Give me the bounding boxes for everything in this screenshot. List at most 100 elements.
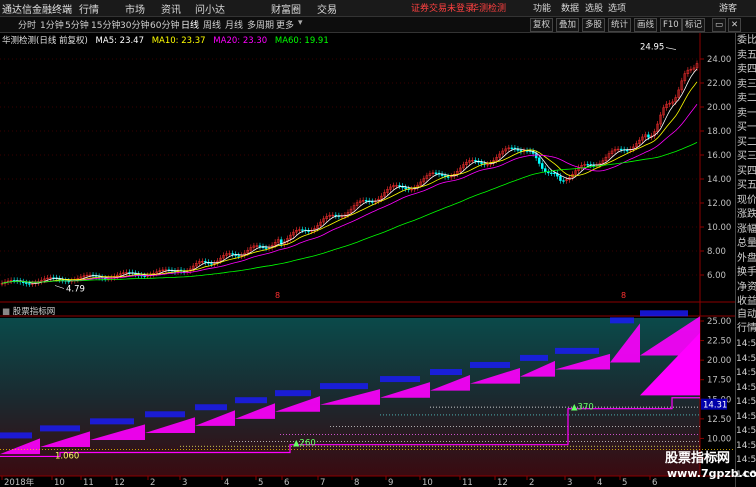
price-label-0: 24.00 — [707, 55, 731, 65]
low-price-label: 4.79 — [66, 285, 85, 295]
candle-body — [364, 200, 368, 202]
quote-field-6: 买一 — [737, 122, 756, 133]
candle-body — [210, 263, 213, 265]
trade-time-1: 14:5 — [736, 353, 756, 364]
menu-options[interactable]: 选项 — [608, 1, 626, 14]
sub-axis-label-5: 12.50 — [707, 415, 731, 425]
candle-body — [625, 149, 629, 152]
indicator-band — [430, 369, 462, 376]
quote-field-12: 涨跌 — [737, 209, 756, 220]
price-label-4: 16.00 — [707, 151, 731, 161]
candle-body — [143, 275, 146, 277]
quote-field-2: 卖四 — [737, 64, 756, 75]
candle-body — [25, 282, 28, 284]
event-marker-0[interactable]: 8 — [275, 291, 280, 300]
quote-panel: 委比 卖五 卖四 卖三 卖二 卖一 买一 买二 买三 买四 买五 现价 涨跌 涨幅 总量 外盘 换手 净资 收益 自动… — [735, 33, 756, 487]
quote-field-8: 买三 — [737, 151, 756, 162]
indicator-band — [145, 411, 185, 418]
indicator-band — [40, 425, 80, 432]
indicator-band — [235, 397, 267, 404]
candle-body — [544, 168, 547, 173]
indicator-band — [640, 310, 688, 317]
quote-label[interactable]: 行情 — [737, 323, 756, 335]
ma-info-bar: 华测检测(日线 前复权) MA5: 23.47 MA10: 23.37 MA20… — [2, 34, 334, 46]
sub-axis-label-1: 22.50 — [707, 337, 731, 347]
indicator-band — [275, 390, 311, 397]
price-label-2: 20.00 — [707, 103, 731, 113]
quote-field-16: 换手 — [737, 267, 756, 278]
candle-body — [559, 175, 562, 181]
auto-label[interactable]: 自动 — [737, 309, 756, 321]
watermark: 股票指标网 www.7gpzb.com — [665, 447, 756, 487]
indicator-band — [555, 347, 599, 354]
sub-axis-label-0: 25.00 — [707, 317, 731, 327]
candle-body — [446, 176, 450, 178]
menu-market[interactable]: 市场 — [125, 1, 145, 16]
candle-body — [586, 164, 589, 166]
event-marker-1[interactable]: 8 — [621, 291, 626, 300]
x-label-19: 6 — [652, 478, 657, 487]
ma10-line — [1, 81, 698, 284]
indicator-band — [610, 317, 634, 324]
candle-body — [434, 172, 438, 174]
ma60-line — [1, 142, 698, 284]
stock-name-notice: 华测检测 — [470, 4, 507, 14]
menu-data[interactable]: 数据 — [561, 1, 579, 14]
guest-label[interactable]: 游客 — [719, 1, 737, 14]
x-label-14: 12 — [497, 478, 508, 487]
candle-body — [258, 245, 262, 247]
menu-trade[interactable]: 交易 — [317, 1, 337, 16]
menu-news[interactable]: 资讯 — [161, 1, 181, 16]
indicator-icon: ■ — [2, 307, 13, 317]
current-value-label: 14.31 — [703, 401, 727, 411]
sub-axis-label-2: 20.00 — [707, 356, 731, 366]
watermark-url: www.7gpzb.com — [667, 467, 756, 480]
trade-time-4: 14:5 — [736, 397, 756, 407]
ma5-readout: MA5: 23.47 — [95, 36, 145, 46]
candle-body — [562, 180, 565, 182]
candle-body — [371, 201, 374, 203]
candle-body — [647, 134, 650, 138]
x-label-13: 11 — [462, 478, 473, 487]
trade-time-5: 14:5 — [736, 411, 756, 422]
candle-body — [404, 187, 407, 190]
x-label-11: 9 — [388, 478, 393, 487]
sub-axis-label-6: 10.00 — [707, 434, 731, 444]
indicator-band — [520, 354, 548, 361]
menu-quotes[interactable]: 行情 — [79, 1, 99, 16]
more-arrow-icon[interactable]: ▾ — [298, 18, 303, 28]
login-notice[interactable]: 证券交易未登录 — [411, 1, 474, 14]
kline-chart[interactable]: 24.00 22.00 20.00 18.00 16.00 14.00 12.00 10.00… — [0, 30, 735, 487]
indicator-label-1: ▲260 — [293, 438, 316, 448]
menu-caifuquan[interactable]: 财富圈 — [271, 1, 301, 16]
quote-field-1: 卖五 — [737, 49, 756, 61]
main-title: 华测检测(日线 前复权) — [2, 36, 88, 46]
quote-field-4: 卖二 — [737, 93, 756, 104]
menu-wenxiaoda[interactable]: 问小达 — [195, 1, 225, 16]
x-label-3: 12 — [114, 478, 125, 487]
x-label-6: 4 — [224, 478, 229, 487]
candle-body — [264, 247, 268, 249]
high-arrow — [665, 47, 677, 50]
menubar: 通达信金融终端 行情 市场 资讯 问小达 财富圈 交易 证券交易未登录 华测检测… — [0, 0, 756, 17]
candle-body — [550, 172, 553, 174]
x-label-0: 2018年 — [4, 477, 35, 487]
candle-body — [204, 261, 207, 263]
trade-time-2: 14:5 — [736, 368, 756, 378]
candle-body — [534, 153, 538, 159]
app-title: 通达信金融终端 — [2, 5, 72, 16]
x-label-17: 4 — [597, 478, 602, 487]
quote-field-0: 委比 — [737, 35, 756, 46]
sub-axis-label-3: 17.50 — [707, 376, 731, 386]
candle-body — [231, 253, 234, 255]
price-label-8: 8.00 — [707, 247, 726, 257]
price-label-1: 22.00 — [707, 79, 731, 89]
menu-functions[interactable]: 功能 — [533, 1, 551, 14]
x-label-10: 8 — [354, 478, 359, 487]
indicator-band — [90, 418, 134, 425]
candle-body — [553, 172, 556, 175]
candle-body — [307, 230, 310, 232]
menu-stock-select[interactable]: 选股 — [585, 1, 603, 14]
candle-body — [540, 163, 544, 169]
indicator-band — [195, 404, 227, 411]
